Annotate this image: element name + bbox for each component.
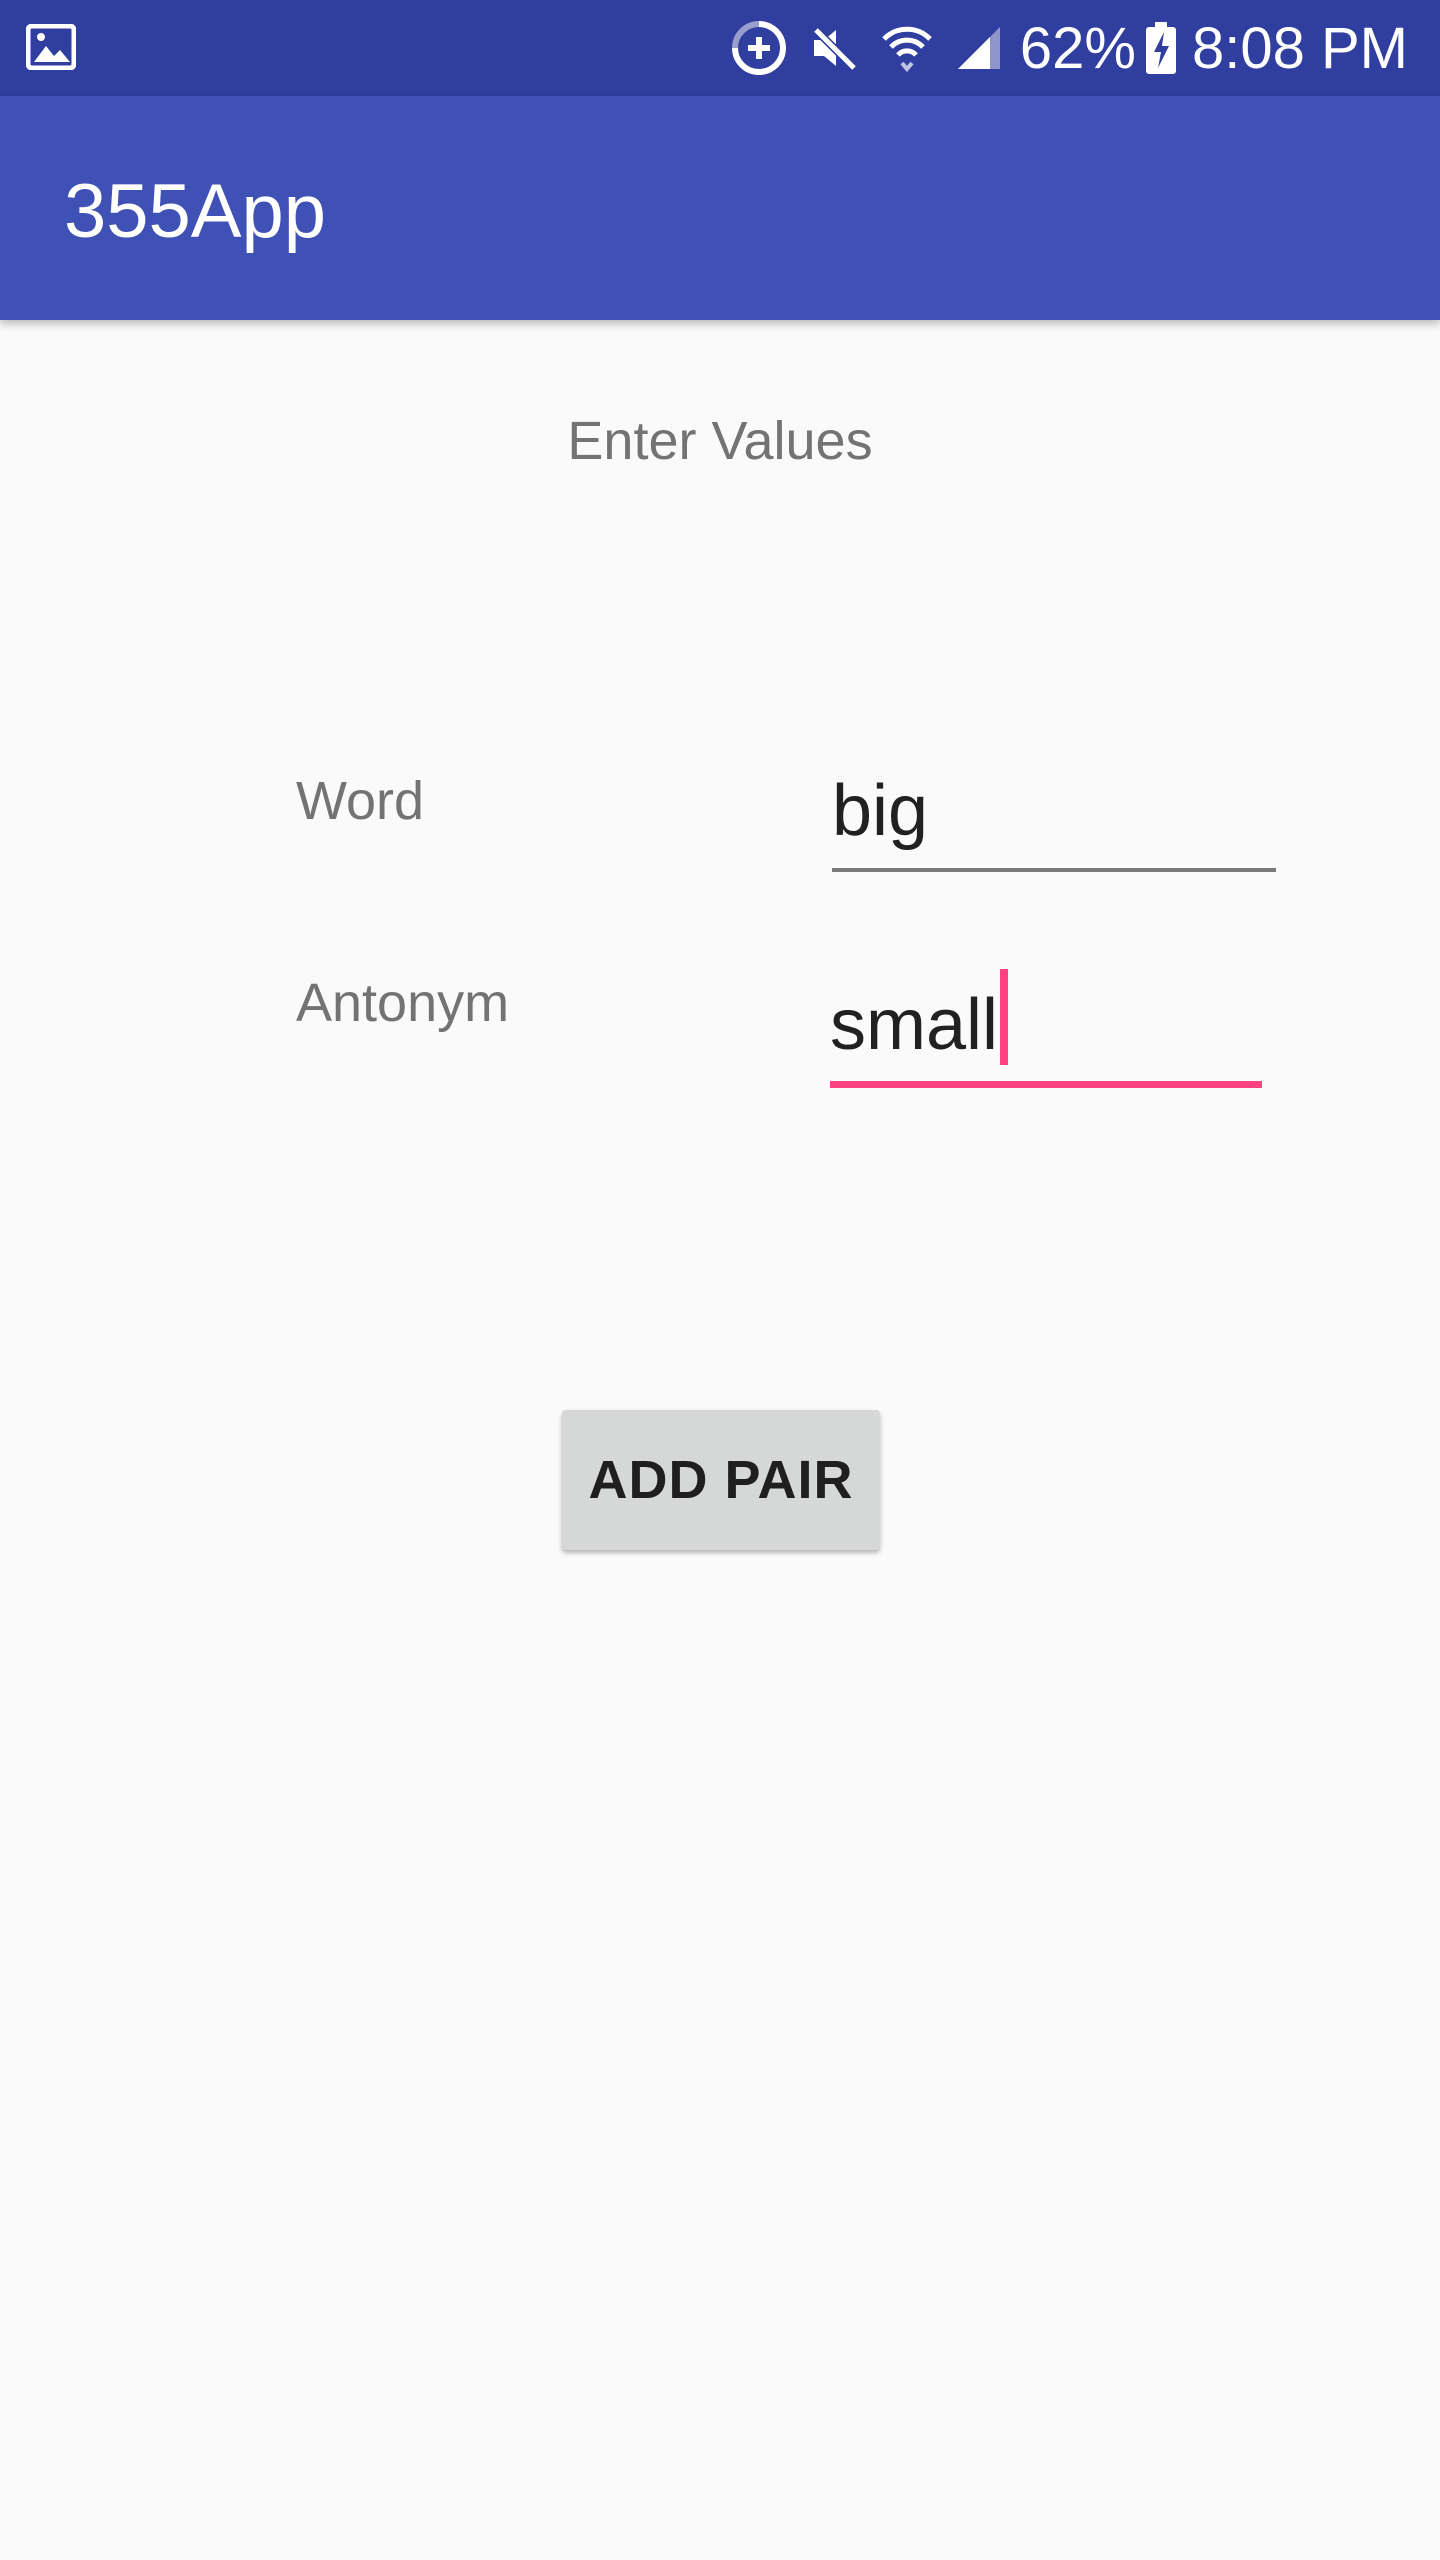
antonym-input-text: small [830, 985, 999, 1065]
antonym-input-underline [830, 1081, 1262, 1088]
gallery-icon [26, 24, 76, 70]
antonym-input-value: small [830, 969, 1009, 1066]
text-cursor [1000, 969, 1009, 1065]
battery-charging-icon [1146, 22, 1176, 74]
add-pair-button[interactable]: ADD PAIR [562, 1410, 880, 1550]
signal-icon [957, 27, 1000, 69]
battery-percent: 62% [1019, 15, 1136, 81]
status-bar: 62% 8:08 PM [0, 0, 1440, 96]
app-title: 355App [64, 169, 327, 254]
data-saver-icon [731, 21, 786, 75]
word-input[interactable]: big [832, 760, 1276, 872]
mute-icon [813, 27, 857, 71]
clock: 8:08 PM [1192, 15, 1408, 81]
app-bar: 355App [0, 96, 1440, 320]
status-icons: 62% 8:08 PM [710, 0, 1408, 96]
form-heading: Enter Values [567, 411, 873, 471]
antonym-input[interactable]: small [830, 960, 1262, 1088]
wifi-icon [882, 26, 932, 73]
word-input-value: big [832, 771, 929, 851]
antonym-label: Antonym [296, 973, 510, 1033]
word-label: Word [296, 771, 425, 831]
word-input-underline [832, 868, 1276, 872]
